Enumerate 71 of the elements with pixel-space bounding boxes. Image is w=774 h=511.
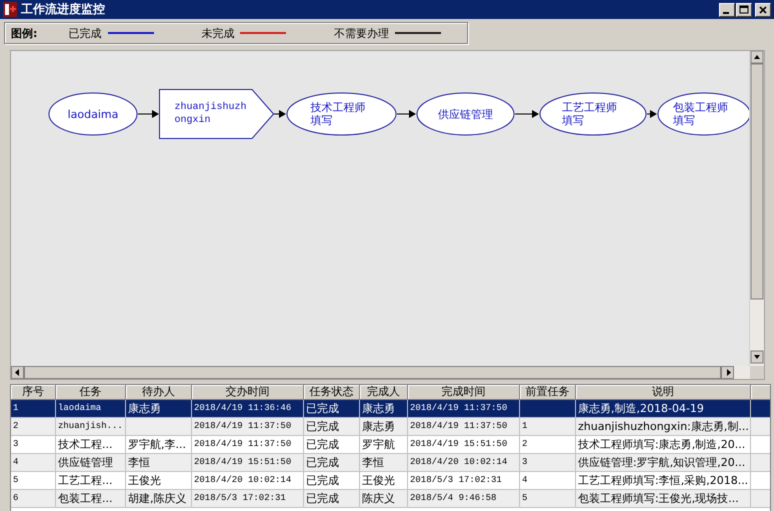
maximize-icon[interactable]: [736, 2, 752, 16]
table-cell[interactable]: 5: [520, 490, 576, 508]
table-cell[interactable]: 6: [11, 490, 56, 508]
legend-label: 未完成: [201, 26, 234, 40]
table-cell[interactable]: 康志勇: [126, 400, 192, 418]
table-cell[interactable]: 陈庆义: [360, 490, 408, 508]
table-cell[interactable]: 已完成: [304, 454, 360, 472]
table-cell[interactable]: [520, 400, 576, 418]
flow-node[interactable]: 技术工程师填写: [286, 92, 397, 136]
table-cell[interactable]: laodaima: [56, 400, 126, 418]
app-icon: [3, 2, 17, 17]
horizontal-scrollbar[interactable]: [11, 366, 735, 379]
column-header[interactable]: 前置任务: [520, 385, 576, 400]
vertical-scrollbar[interactable]: [750, 51, 764, 365]
table-cell[interactable]: 2018/4/20 10:02:14: [408, 454, 520, 472]
table-cell[interactable]: 已完成: [304, 418, 360, 436]
table-cell: [751, 490, 770, 508]
table-cell[interactable]: 2018/5/3 17:02:31: [192, 490, 304, 508]
arrow: [274, 109, 286, 119]
table-cell[interactable]: 包装工程师填写:王俊光,现场技...: [576, 490, 751, 508]
arrow: [515, 109, 539, 119]
legend-label: 不需要办理: [334, 26, 390, 40]
table-cell[interactable]: 李恒: [126, 454, 192, 472]
table-cell[interactable]: 2018/4/19 15:51:50: [192, 454, 304, 472]
table-cell[interactable]: 2: [11, 418, 56, 436]
table-cell[interactable]: 2018/4/19 11:37:50: [408, 400, 520, 418]
table-cell[interactable]: 包装工程...: [56, 490, 126, 508]
table-cell[interactable]: 1: [520, 418, 576, 436]
table-cell[interactable]: 已完成: [304, 400, 360, 418]
column-header[interactable]: 序号: [11, 385, 56, 400]
column-header[interactable]: 说明: [576, 385, 751, 400]
flow-node[interactable]: 供应链管理: [416, 92, 515, 136]
arrow: [647, 109, 657, 119]
column-header[interactable]: 完成人: [360, 385, 408, 400]
table-cell[interactable]: 已完成: [304, 490, 360, 508]
table-cell[interactable]: 1: [11, 400, 56, 418]
table-cell[interactable]: 康志勇: [360, 400, 408, 418]
table-cell[interactable]: 2018/5/4 9:46:58: [408, 490, 520, 508]
table-cell[interactable]: 2018/4/19 11:37:50: [408, 418, 520, 436]
flow-node[interactable]: 工艺工程师填写: [539, 92, 647, 136]
flow-node[interactable]: zhuanjishuzhongxin: [159, 89, 274, 139]
table-cell[interactable]: 康志勇: [360, 418, 408, 436]
table-cell[interactable]: 康志勇,制造,2018-04-19: [576, 400, 751, 418]
table-cell[interactable]: 3: [520, 454, 576, 472]
table-cell[interactable]: 胡建,陈庆义: [126, 490, 192, 508]
table-cell[interactable]: 供应链管理: [56, 454, 126, 472]
arrow: [138, 109, 159, 119]
table-cell: [751, 454, 770, 472]
column-header[interactable]: 任务: [56, 385, 126, 400]
column-header[interactable]: 待办人: [126, 385, 192, 400]
table-cell[interactable]: 4: [11, 454, 56, 472]
table-cell[interactable]: zhuanjish...: [56, 418, 126, 436]
table-cell: [751, 418, 770, 436]
legend-label: 已完成: [68, 26, 102, 40]
table-cell[interactable]: 供应链管理:罗宇航,知识管理,20...: [576, 454, 751, 472]
column-header[interactable]: 交办时间: [192, 385, 304, 400]
window-title: 工作流进度监控: [21, 1, 106, 18]
column-header[interactable]: 完成时间: [408, 385, 520, 400]
close-icon[interactable]: [755, 2, 771, 16]
minimize-icon[interactable]: [719, 2, 735, 16]
table-cell: [751, 400, 770, 418]
table-cell[interactable]: [126, 418, 192, 436]
legend-title: 图例:: [11, 26, 38, 40]
arrow: [397, 109, 416, 119]
table-cell[interactable]: zhuanjishuzhongxin:康志勇,制...: [576, 418, 751, 436]
table-cell[interactable]: 2018/4/19 11:37:50: [192, 418, 304, 436]
table-cell[interactable]: 李恒: [360, 454, 408, 472]
table-cell[interactable]: 2018/4/19 11:36:46: [192, 400, 304, 418]
column-header[interactable]: 任务状态: [304, 385, 360, 400]
flow-node[interactable]: laodaima: [48, 92, 138, 136]
flow-node[interactable]: 包装工程师填写: [657, 92, 750, 136]
